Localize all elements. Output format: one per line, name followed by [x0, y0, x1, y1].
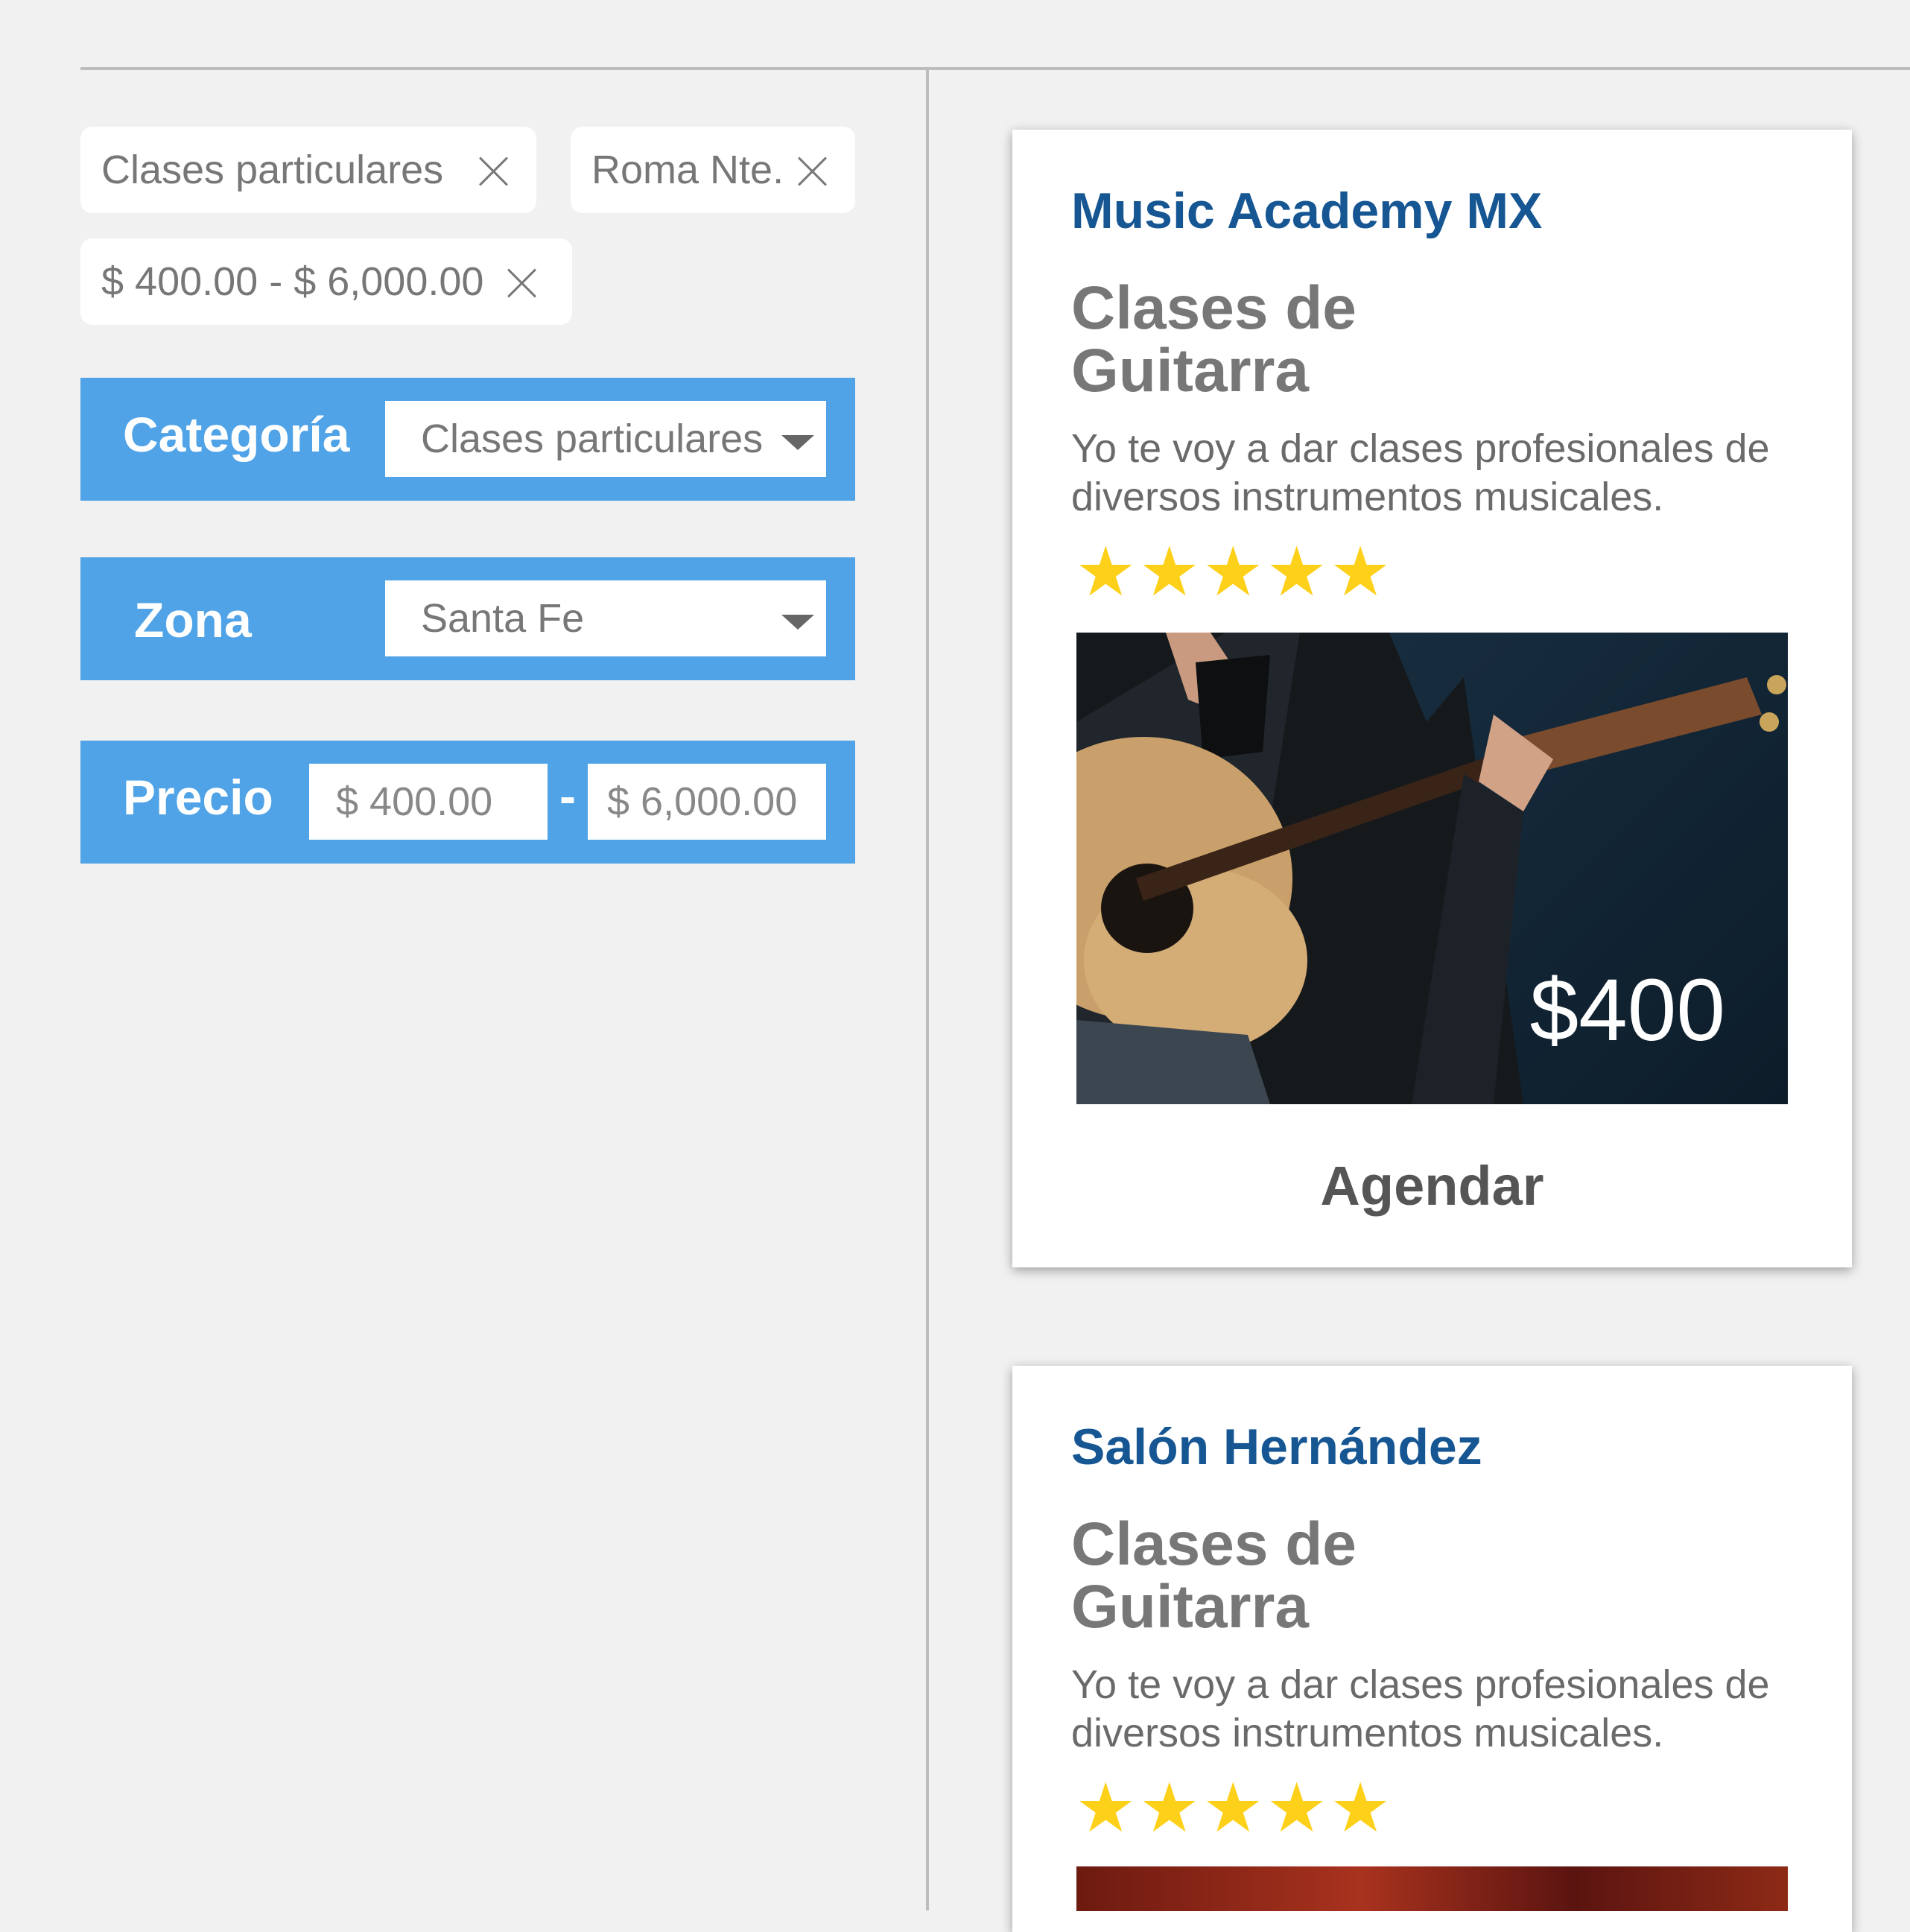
close-icon[interactable]: [796, 155, 828, 188]
category-select[interactable]: Clases particulares: [385, 401, 826, 477]
price-label: Precio: [123, 770, 273, 825]
chevron-down-icon: [781, 615, 814, 630]
listing-title-line: Clases de: [1071, 274, 1357, 342]
zone-select[interactable]: Santa Fe: [385, 580, 826, 656]
category-select-value: Clases particulares: [421, 417, 764, 461]
category-label: Categoría: [123, 407, 350, 462]
listing-title: Clases de Guitarra: [1071, 277, 1357, 402]
listing-card: Music Academy MX Clases de Guitarra Yo t…: [1012, 130, 1852, 1267]
filter-chip-zone[interactable]: Roma Nte.: [571, 127, 855, 213]
price-tag: $400: [1529, 961, 1725, 1060]
listing-card: Salón Hernández Clases de Guitarra Yo te…: [1012, 1366, 1852, 1932]
price-separator: -: [559, 768, 576, 823]
provider-name[interactable]: Salón Hernández: [1071, 1418, 1482, 1476]
zone-filter: Zona Santa Fe: [80, 557, 855, 680]
rating-stars: ★★★★★: [1075, 1770, 1394, 1846]
price-max-input[interactable]: $ 6,000.00: [588, 764, 826, 840]
listing-title: Clases de Guitarra: [1071, 1513, 1357, 1638]
guitar-photo: $400: [1076, 633, 1788, 1104]
filter-chip-category[interactable]: Clases particulares: [80, 127, 536, 213]
listing-title-line: Guitarra: [1071, 1573, 1309, 1641]
category-filter: Categoría Clases particulares: [80, 378, 855, 501]
listing-title-line: Guitarra: [1071, 337, 1309, 405]
listing-title-line: Clases de: [1071, 1510, 1357, 1578]
price-min-value: $ 400.00: [336, 779, 493, 824]
price-min-input[interactable]: $ 400.00: [309, 764, 548, 840]
top-divider: [80, 67, 1910, 70]
provider-name[interactable]: Music Academy MX: [1071, 182, 1542, 240]
price-filter: Precio $ 400.00 - $ 6,000.00: [80, 741, 855, 864]
chip-label: $ 400.00 - $ 6,000.00: [101, 259, 484, 304]
chip-label: Roma Nte.: [591, 148, 784, 192]
zone-label: Zona: [134, 592, 252, 647]
chevron-down-icon: [781, 435, 814, 450]
close-icon[interactable]: [505, 267, 538, 300]
rating-stars: ★★★★★: [1075, 534, 1394, 610]
chip-label: Clases particulares: [101, 148, 444, 192]
listing-description: Yo te voy a dar clases profesionales de …: [1071, 426, 1770, 519]
column-divider: [926, 69, 929, 1910]
listing-photo: [1076, 1866, 1788, 1911]
listing-description: Yo te voy a dar clases profesionales de …: [1071, 1662, 1770, 1755]
zone-select-value: Santa Fe: [421, 596, 585, 641]
schedule-button[interactable]: Agendar: [1012, 1154, 1852, 1217]
close-icon[interactable]: [477, 155, 510, 188]
price-max-value: $ 6,000.00: [607, 779, 798, 824]
filter-chip-price[interactable]: $ 400.00 - $ 6,000.00: [80, 238, 572, 325]
